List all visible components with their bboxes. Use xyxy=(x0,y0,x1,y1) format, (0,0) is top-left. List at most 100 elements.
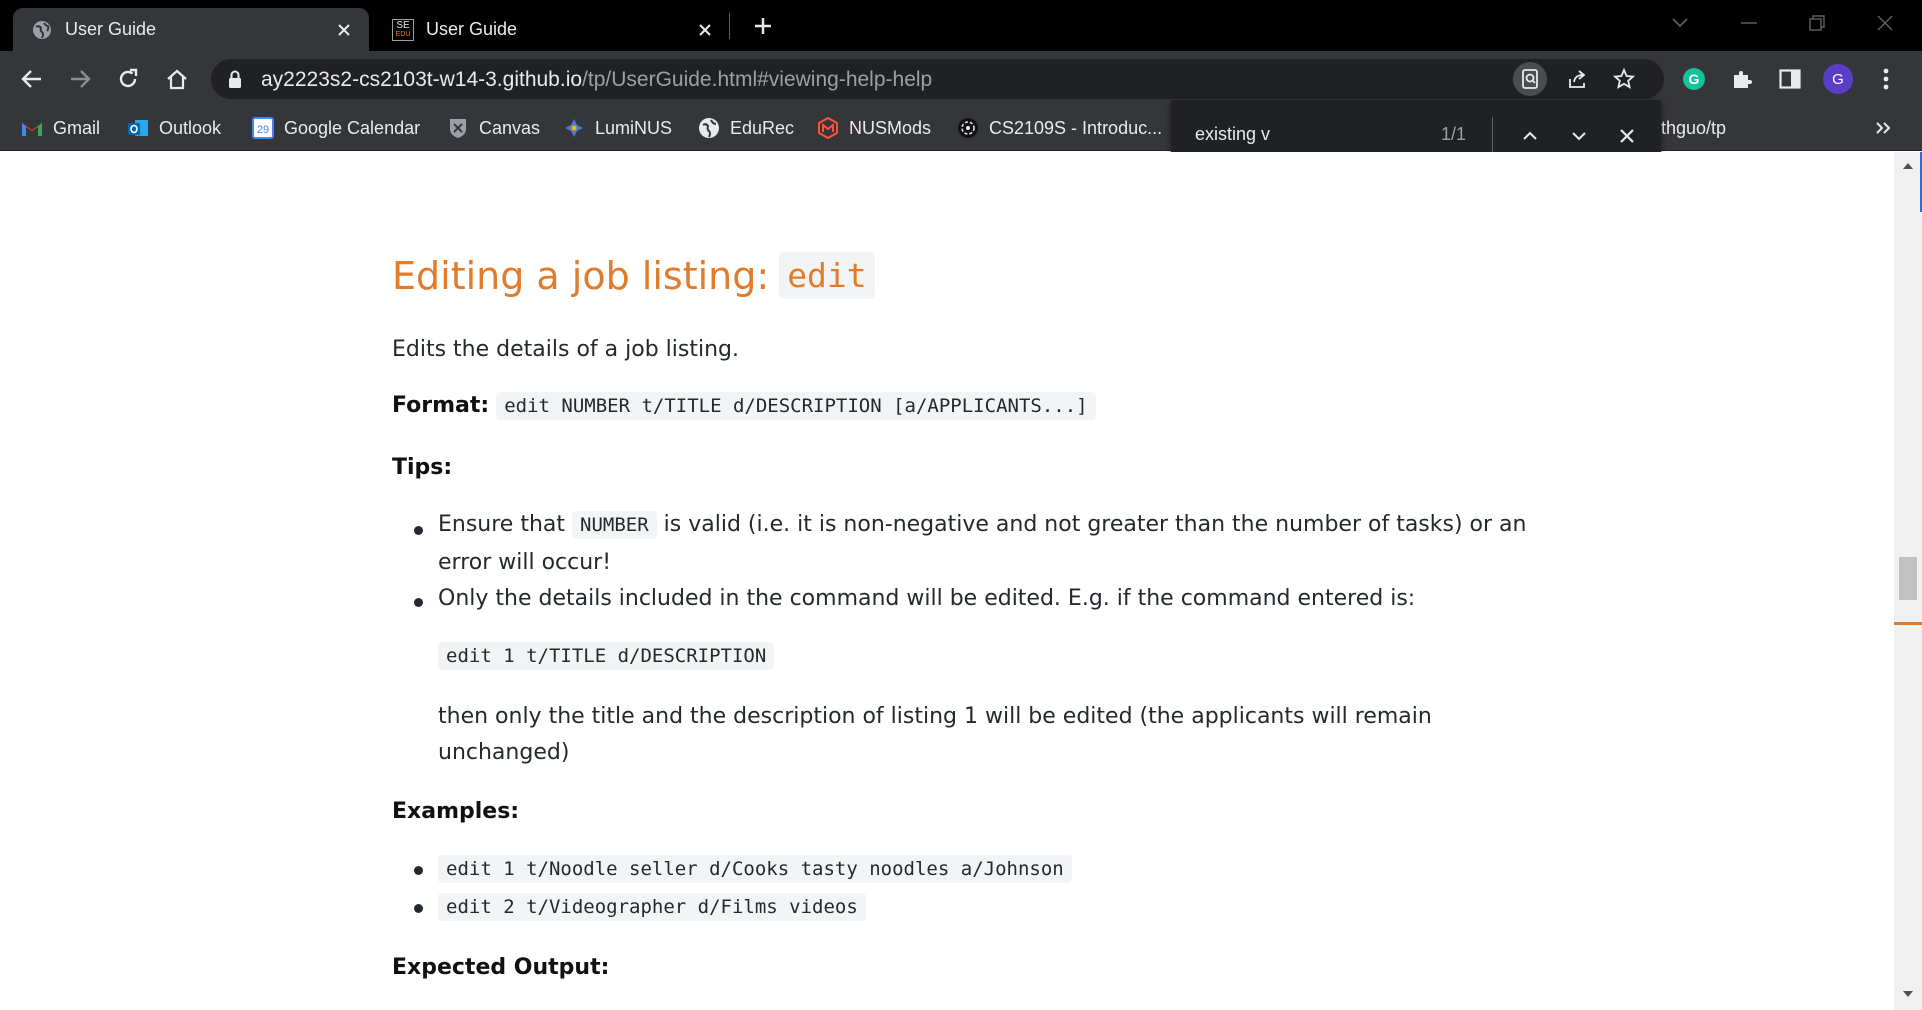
tip-1-code: NUMBER xyxy=(572,511,657,539)
restore-icon xyxy=(1809,15,1825,31)
tip-1-line-2: error will occur! xyxy=(438,550,612,575)
section-intro: Edits the details of a job listing. xyxy=(392,337,739,362)
bullet xyxy=(414,598,423,607)
calendar-icon: 29 xyxy=(252,117,274,139)
tip-2-after-line-2: unchanged) xyxy=(438,740,570,765)
globe-icon xyxy=(31,19,53,41)
format-line: Format: edit NUMBER t/TITLE d/DESCRIPTIO… xyxy=(392,392,1096,420)
close-window-button[interactable] xyxy=(1870,8,1900,38)
more-bookmarks-button[interactable] xyxy=(1875,114,1891,142)
find-next-button[interactable] xyxy=(1565,122,1593,150)
close-tab-icon[interactable] xyxy=(694,19,716,41)
canvas-icon xyxy=(447,117,469,139)
heading-code: edit xyxy=(779,252,875,299)
se-edu-icon: SE EDU xyxy=(392,18,414,41)
bookmark-label: CS2109S - Introduc... xyxy=(989,117,1163,138)
tip-2-text: Only the details included in the command… xyxy=(438,586,1416,611)
find-close-button[interactable] xyxy=(1613,122,1641,150)
example-2: edit 2 t/Videographer d/Films videos xyxy=(438,893,866,921)
tip-2-code-block: edit 1 t/TITLE d/DESCRIPTION xyxy=(438,642,775,670)
bookmark-canvas[interactable]: Canvas xyxy=(447,114,540,142)
url-text[interactable]: ay2223s2-cs2103t-w14-3.github.io/tp/User… xyxy=(261,68,932,92)
bookmark-google-calendar[interactable]: 29 Google Calendar xyxy=(252,114,420,142)
double-chevron-right-icon xyxy=(1876,122,1891,134)
scrollbar-thumb[interactable] xyxy=(1899,557,1917,600)
vertical-scrollbar[interactable] xyxy=(1894,152,1922,1010)
outlook-icon xyxy=(127,117,149,139)
bookmark-thguo-tp[interactable]: thguo/tp xyxy=(1661,114,1726,142)
tip-1-post: is valid (i.e. it is non-negative and no… xyxy=(663,512,1527,537)
bookmark-cs2109s[interactable]: CS2109S - Introduc... xyxy=(957,114,1162,142)
examples-label: Examples: xyxy=(392,799,519,824)
find-separator xyxy=(1492,117,1493,155)
reload-button[interactable] xyxy=(111,62,145,96)
side-panel-icon[interactable] xyxy=(1773,62,1807,96)
restore-button[interactable] xyxy=(1802,8,1832,38)
gmail-icon xyxy=(21,117,43,139)
minimize-icon xyxy=(1741,22,1757,24)
scroll-up-arrow-icon[interactable] xyxy=(1902,160,1914,172)
bookmark-nusmods[interactable]: NUSMods xyxy=(817,114,931,142)
find-match-marker xyxy=(1894,622,1922,625)
close-icon xyxy=(1877,15,1893,31)
bullet xyxy=(414,526,423,535)
bookmark-label: LumiNUS xyxy=(595,117,673,138)
nusmods-icon xyxy=(817,117,839,139)
example-2-code: edit 2 t/Videographer d/Films videos xyxy=(438,893,866,921)
forward-button[interactable] xyxy=(63,62,97,96)
browser-menu-button[interactable] xyxy=(1869,62,1903,96)
find-match-count: 1/1 xyxy=(1441,124,1467,144)
expected-output-label: Expected Output: xyxy=(392,955,609,980)
examples-label-text: Examples: xyxy=(392,799,520,824)
bookmark-gmail[interactable]: Gmail xyxy=(21,114,100,142)
close-tab-icon[interactable] xyxy=(333,19,355,41)
url-host: ay2223s2-cs2103t-w14-3.github.io xyxy=(261,68,583,91)
bookmark-label: Google Calendar xyxy=(284,117,421,138)
minimize-button[interactable] xyxy=(1734,8,1764,38)
bookmark-star-icon[interactable] xyxy=(1607,62,1641,96)
grammarly-extension-icon[interactable]: G xyxy=(1677,62,1711,96)
plus-icon xyxy=(755,18,771,34)
chevron-up-icon xyxy=(1523,131,1537,140)
find-input[interactable]: existing v xyxy=(1195,124,1270,145)
tab-separator xyxy=(729,13,730,39)
tab-user-guide[interactable]: SE EDU User Guide xyxy=(374,8,730,51)
format-code: edit NUMBER t/TITLE d/DESCRIPTION [a/APP… xyxy=(496,392,1096,420)
page-content: Editing a job listing: edit Edits the de… xyxy=(0,152,1894,1010)
new-tab-button[interactable] xyxy=(748,11,778,41)
share-icon[interactable] xyxy=(1560,62,1594,96)
find-in-page-icon[interactable] xyxy=(1513,62,1547,96)
bookmark-luminus[interactable]: LumiNUS xyxy=(563,114,672,142)
back-button[interactable] xyxy=(15,62,49,96)
home-button[interactable] xyxy=(160,62,194,96)
se-edu-icon-bottom: EDU xyxy=(395,30,411,38)
extensions-puzzle-icon[interactable] xyxy=(1725,62,1759,96)
profile-avatar[interactable]: G xyxy=(1821,62,1855,96)
find-previous-button[interactable] xyxy=(1516,122,1544,150)
lock-icon[interactable] xyxy=(227,70,243,88)
bookmark-edurec[interactable]: EduRec xyxy=(698,114,794,142)
chevron-down-icon xyxy=(1672,18,1688,28)
example-1: edit 1 t/Noodle seller d/Cooks tasty noo… xyxy=(438,855,1072,883)
bullet xyxy=(414,866,423,875)
bookmark-label: Canvas xyxy=(479,117,541,138)
bullet xyxy=(414,904,423,913)
tab-user-guide-active[interactable]: User Guide xyxy=(13,8,369,51)
bookmark-label: Outlook xyxy=(159,117,222,138)
heading-text: Editing a job listing: xyxy=(392,253,770,298)
tips-label-text: Tips: xyxy=(392,455,453,480)
chevron-down-icon xyxy=(1572,132,1586,141)
luminus-icon xyxy=(563,117,585,139)
se-edu-icon-top: SE xyxy=(396,19,410,31)
bookmark-label: NUSMods xyxy=(849,117,932,138)
tip-2-code: edit 1 t/TITLE d/DESCRIPTION xyxy=(438,642,775,670)
reload-icon xyxy=(119,68,138,88)
address-bar[interactable]: ay2223s2-cs2103t-w14-3.github.io/tp/User… xyxy=(211,59,1664,99)
cs2109s-icon xyxy=(957,117,979,139)
browser-toolbar: ay2223s2-cs2103t-w14-3.github.io/tp/User… xyxy=(0,51,1922,106)
bookmark-outlook[interactable]: Outlook xyxy=(127,114,221,142)
home-icon xyxy=(167,69,187,90)
close-icon xyxy=(1620,129,1634,143)
tab-search-button[interactable] xyxy=(1665,8,1695,38)
scroll-down-arrow-icon[interactable] xyxy=(1902,988,1914,1000)
